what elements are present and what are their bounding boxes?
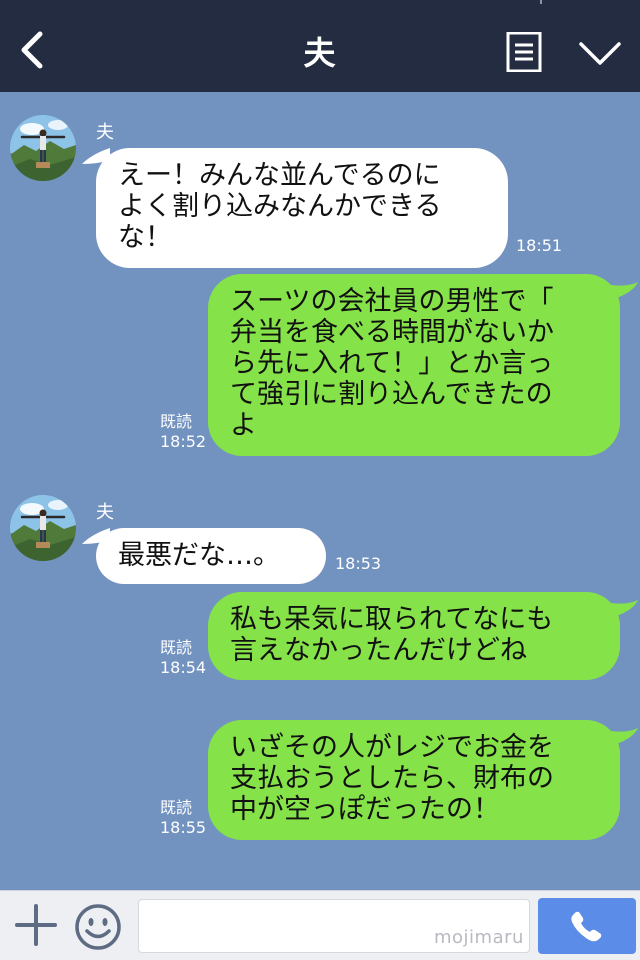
message-text: 最悪だな…。	[118, 540, 280, 571]
input-bar: mojimaru	[0, 890, 640, 960]
chat-area[interactable]: 夫 えー！みんな並んでるのに よく割り込みなんかできる な！ 18:51 既読 …	[0, 92, 640, 890]
message-bubble-incoming[interactable]: 最悪だな…。	[96, 528, 326, 584]
message-text: えー！みんな並んでるのに よく割り込みなんかできる な！	[118, 160, 442, 253]
message-text: スーツの会社員の男性で「 弁当を食べる時間がないか ら先に入れて！」とか言っ て…	[230, 286, 554, 441]
call-button[interactable]	[538, 898, 636, 954]
avatar-image	[10, 115, 76, 181]
plus-icon[interactable]	[14, 903, 58, 947]
message-meta: 既読 18:52	[160, 412, 206, 452]
bubble-tail	[606, 282, 638, 300]
avatar-image	[10, 495, 76, 561]
message-meta: 既読 18:55	[160, 798, 206, 838]
message-time: 18:51	[516, 236, 563, 255]
status-tick	[540, 0, 542, 4]
smiley-icon[interactable]	[74, 903, 122, 951]
bubble-tail	[606, 600, 638, 618]
message-bubble-incoming[interactable]: えー！みんな並んでるのに よく割り込みなんかできる な！	[96, 148, 508, 268]
avatar[interactable]	[10, 495, 76, 561]
message-time: 18:54	[160, 658, 207, 677]
message-time: 18:53	[335, 554, 382, 573]
bubble-tail	[606, 728, 638, 746]
menu-icon[interactable]	[506, 32, 542, 72]
sender-name: 夫	[96, 122, 114, 143]
sender-name: 夫	[96, 502, 114, 523]
message-bubble-outgoing[interactable]: スーツの会社員の男性で「 弁当を食べる時間がないか ら先に入れて！」とか言っ て…	[208, 274, 620, 456]
message-text: いざその人がレジでお金を 支払おうとしたら、財布の 中が空っぽだったの！	[230, 732, 554, 825]
avatar[interactable]	[10, 115, 76, 181]
message-text: 私も呆気に取られてなにも 言えなかったんだけどね	[230, 604, 554, 666]
message-time: 18:52	[160, 432, 207, 451]
message-bubble-outgoing[interactable]: いざその人がレジでお金を 支払おうとしたら、財布の 中が空っぽだったの！	[208, 720, 620, 840]
message-meta: 既読 18:54	[160, 638, 206, 678]
read-receipt: 既読	[160, 798, 193, 817]
watermark: mojimaru	[434, 927, 524, 948]
chat-title: 夫	[303, 34, 337, 72]
message-time: 18:55	[160, 818, 207, 837]
phone-icon	[571, 911, 602, 942]
chevron-down-icon[interactable]	[578, 38, 622, 68]
chat-header: 夫	[0, 0, 640, 92]
read-receipt: 既読	[160, 412, 193, 431]
read-receipt: 既読	[160, 638, 193, 657]
message-bubble-outgoing[interactable]: 私も呆気に取られてなにも 言えなかったんだけどね	[208, 592, 620, 680]
